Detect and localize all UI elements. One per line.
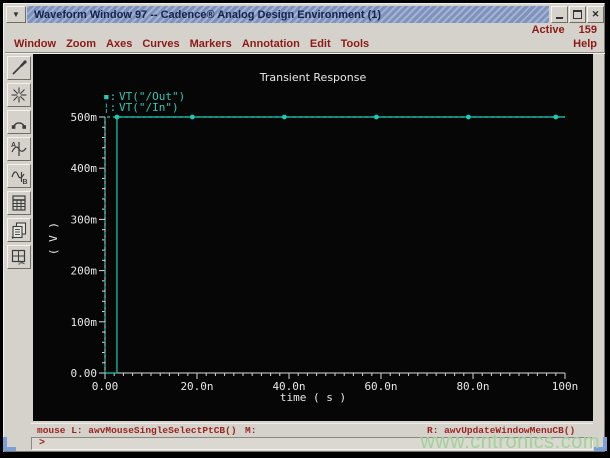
cut-window-icon: ✂	[11, 249, 26, 267]
menu-markers[interactable]: Markers	[190, 38, 232, 52]
minimize-icon	[556, 16, 563, 19]
zoom-fit-icon	[11, 87, 27, 103]
maximize-button[interactable]	[569, 6, 586, 23]
calculator-button[interactable]	[7, 191, 31, 215]
chevron-down-icon: ▼	[12, 10, 20, 19]
svg-text:500m: 500m	[71, 111, 98, 124]
probe-button[interactable]	[7, 56, 31, 80]
status-mouse-middle: M:	[245, 425, 257, 436]
menu-window[interactable]: Window	[14, 38, 56, 52]
svg-text:0.00: 0.00	[92, 380, 119, 393]
menubar: Window Zoom Axes Curves Markers Annotati…	[14, 38, 597, 52]
svg-text:40.0n: 40.0n	[272, 380, 305, 393]
minimize-button[interactable]	[551, 6, 568, 23]
trace-arc-icon	[11, 122, 26, 129]
svg-text:0.00: 0.00	[71, 367, 98, 380]
point-marker-b-button[interactable]: B	[7, 164, 31, 188]
cut-window-button[interactable]: ✂	[7, 245, 31, 269]
waveform-chart[interactable]: 0.00 20.0n 40.0n 60.0n 80.0n 100n 0.00 100m 200m…	[33, 54, 593, 421]
copy-window-button[interactable]	[7, 218, 31, 242]
point-marker-b-icon: B	[11, 171, 28, 186]
menu-tools[interactable]: Tools	[341, 38, 370, 52]
menu-edit[interactable]: Edit	[310, 38, 331, 52]
close-icon: ✕	[591, 9, 600, 19]
svg-text:200m: 200m	[71, 265, 98, 278]
watermark-text: www.cntronics.com	[420, 431, 600, 453]
window-title: Waveform Window 97 -- Cadence® Analog De…	[34, 8, 382, 21]
svg-text:B: B	[23, 179, 28, 186]
maximize-icon	[573, 10, 582, 19]
menu-axes[interactable]: Axes	[106, 38, 132, 52]
menu-help[interactable]: Help	[573, 38, 597, 50]
active-status: Active 159	[532, 24, 597, 36]
svg-text:20.0n: 20.0n	[180, 380, 213, 393]
titlebar: ▼ Waveform Window 97 -- Cadence® Analog …	[6, 6, 604, 23]
toolbar: A B ✂	[6, 56, 33, 272]
close-button[interactable]: ✕	[587, 6, 604, 23]
svg-text:400m: 400m	[71, 162, 98, 175]
copy-window-icon	[11, 222, 27, 239]
active-label: Active	[531, 24, 565, 36]
svg-text:300m: 300m	[71, 213, 98, 226]
probe-icon	[12, 60, 27, 75]
svg-text:✂: ✂	[18, 258, 26, 267]
menu-annotation[interactable]: Annotation	[242, 38, 300, 52]
svg-text:60.0n: 60.0n	[364, 380, 397, 393]
svg-text:100m: 100m	[71, 316, 98, 329]
zoom-fit-button[interactable]	[7, 83, 31, 107]
waveform-window: ▼ Waveform Window 97 -- Cadence® Analog …	[0, 0, 610, 458]
active-count: 159	[578, 24, 597, 36]
resize-corner-bottom-left[interactable]	[3, 437, 16, 451]
calculator-icon	[12, 195, 26, 211]
trace-arc-button[interactable]	[7, 110, 31, 134]
svg-text:100n: 100n	[552, 380, 579, 393]
menu-zoom[interactable]: Zoom	[66, 38, 96, 52]
prompt-character: >	[39, 438, 46, 449]
status-mouse-left: mouse L: awvMouseSingleSelectPtCB()	[37, 425, 237, 436]
vertical-marker-icon: A	[11, 142, 27, 156]
plot-canvas[interactable]: Transient Response ▪: VT("/Out") ¦: VT("/I…	[33, 54, 593, 421]
svg-text:80.0n: 80.0n	[456, 380, 489, 393]
window-menu-button[interactable]: ▼	[6, 6, 26, 23]
menu-curves[interactable]: Curves	[142, 38, 179, 52]
vertical-marker-button[interactable]: A	[7, 137, 31, 161]
titlebar-stripes[interactable]: Waveform Window 97 -- Cadence® Analog De…	[27, 6, 549, 23]
